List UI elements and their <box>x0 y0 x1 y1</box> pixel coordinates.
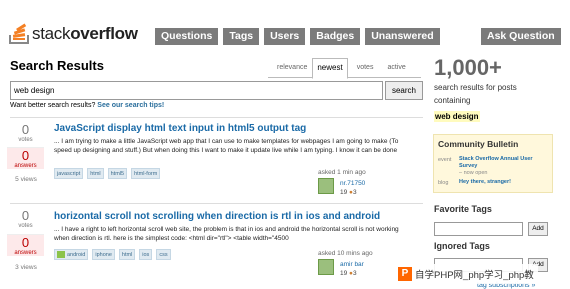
search-button[interactable]: search <box>385 81 423 100</box>
tag-css[interactable]: css <box>156 249 171 260</box>
favorite-tags-heading: Favorite Tags <box>434 204 492 214</box>
tag-ios[interactable]: ios <box>139 249 153 260</box>
tab-relevance[interactable]: relevance <box>272 58 312 78</box>
page-title: Search Results <box>10 58 104 73</box>
view-count: 3 views <box>15 264 37 271</box>
tag-android[interactable]: android <box>54 249 89 260</box>
user-name-link[interactable]: nr.71750 <box>340 180 365 187</box>
community-bulletin: Community Bulletin event Stack Overflow … <box>433 134 553 193</box>
stack-logo-icon <box>9 23 29 44</box>
tag-html-form[interactable]: html-form <box>131 168 161 179</box>
ask-question-button[interactable]: Ask Question <box>481 28 561 45</box>
search-tips-link[interactable]: See our search tips! <box>97 102 164 109</box>
tab-active[interactable]: active <box>382 58 410 78</box>
nav-badges[interactable]: Badges <box>310 28 361 45</box>
android-icon <box>57 251 65 258</box>
add-favorite-tag-button[interactable]: Add <box>528 222 548 236</box>
php-logo-icon: P <box>398 267 412 281</box>
nav-questions[interactable]: Questions <box>155 28 219 45</box>
main-nav: Questions Tags Users Badges Unanswered <box>155 28 445 45</box>
logo-text: stackoverflow <box>32 24 138 43</box>
bulletin-blog-link[interactable]: Hey there, stranger! <box>459 179 551 186</box>
user-reputation: 19 ●3 <box>340 270 357 277</box>
vote-count: 0 votes <box>18 122 33 143</box>
divider <box>10 117 423 118</box>
tag-javascript[interactable]: javascript <box>54 168 84 179</box>
watermark-text: 自学PHP网_php学习_php教 <box>415 270 534 281</box>
tab-votes[interactable]: votes <box>352 58 379 78</box>
sort-tabs: relevance newest votes active <box>268 58 421 79</box>
bulletin-event-link[interactable]: Stack Overflow Annual User Survey <box>459 156 551 170</box>
bulletin-event-label: event <box>438 157 452 163</box>
tag-iphone[interactable]: iphone <box>92 249 115 260</box>
question-excerpt: ... I am trying to make a little JavaScr… <box>54 138 399 154</box>
ignored-tags-heading: Ignored Tags <box>434 241 490 251</box>
nav-unanswered[interactable]: Unanswered <box>365 28 440 45</box>
tip-text: Want better search results? <box>10 102 96 109</box>
user-avatar[interactable] <box>318 178 334 194</box>
search-term-highlight: web design <box>434 111 480 122</box>
question-title-link[interactable]: JavaScript display html text input in ht… <box>54 123 306 134</box>
answer-count: 0 answers <box>7 234 44 256</box>
tag-list: android iphone html ios css <box>54 249 175 260</box>
bulletin-blog-label: blog <box>438 180 449 186</box>
tag-list: javascript html html5 html-form <box>54 168 164 179</box>
search-tip: Want better search results? See our sear… <box>10 102 164 109</box>
question-excerpt: ... I have a right to left horizontal sc… <box>54 226 399 242</box>
site-watermark: P 自学PHP网_php学习_php教 <box>398 264 538 284</box>
user-reputation: 19 ●3 <box>340 189 357 196</box>
user-name-link[interactable]: amir bar <box>340 261 364 268</box>
vote-count: 0 votes <box>18 208 33 229</box>
tag-html[interactable]: html <box>118 249 136 260</box>
asked-time: asked 1 min ago <box>318 169 366 176</box>
answer-count: 0 answers <box>7 147 44 169</box>
divider <box>10 203 423 204</box>
tab-newest[interactable]: newest <box>312 58 348 79</box>
bulletin-event-status: – now open <box>459 170 488 176</box>
tag-html5[interactable]: html5 <box>107 168 128 179</box>
nav-tags[interactable]: Tags <box>223 28 260 45</box>
view-count: 5 views <box>15 176 37 183</box>
result-count: 1,000+ <box>434 55 502 80</box>
tag-html[interactable]: html <box>87 168 104 179</box>
bulletin-heading: Community Bulletin <box>438 139 519 149</box>
user-avatar[interactable] <box>318 259 334 275</box>
site-logo[interactable]: stackoverflow <box>9 23 138 44</box>
result-count-text: search results for posts containing <box>434 83 517 105</box>
asked-time: asked 10 mins ago <box>318 250 373 257</box>
favorite-tag-input[interactable] <box>434 222 523 236</box>
search-input[interactable]: web design <box>10 81 383 100</box>
question-title-link[interactable]: horizontal scroll not scrolling when dir… <box>54 211 380 222</box>
nav-users[interactable]: Users <box>264 28 306 45</box>
